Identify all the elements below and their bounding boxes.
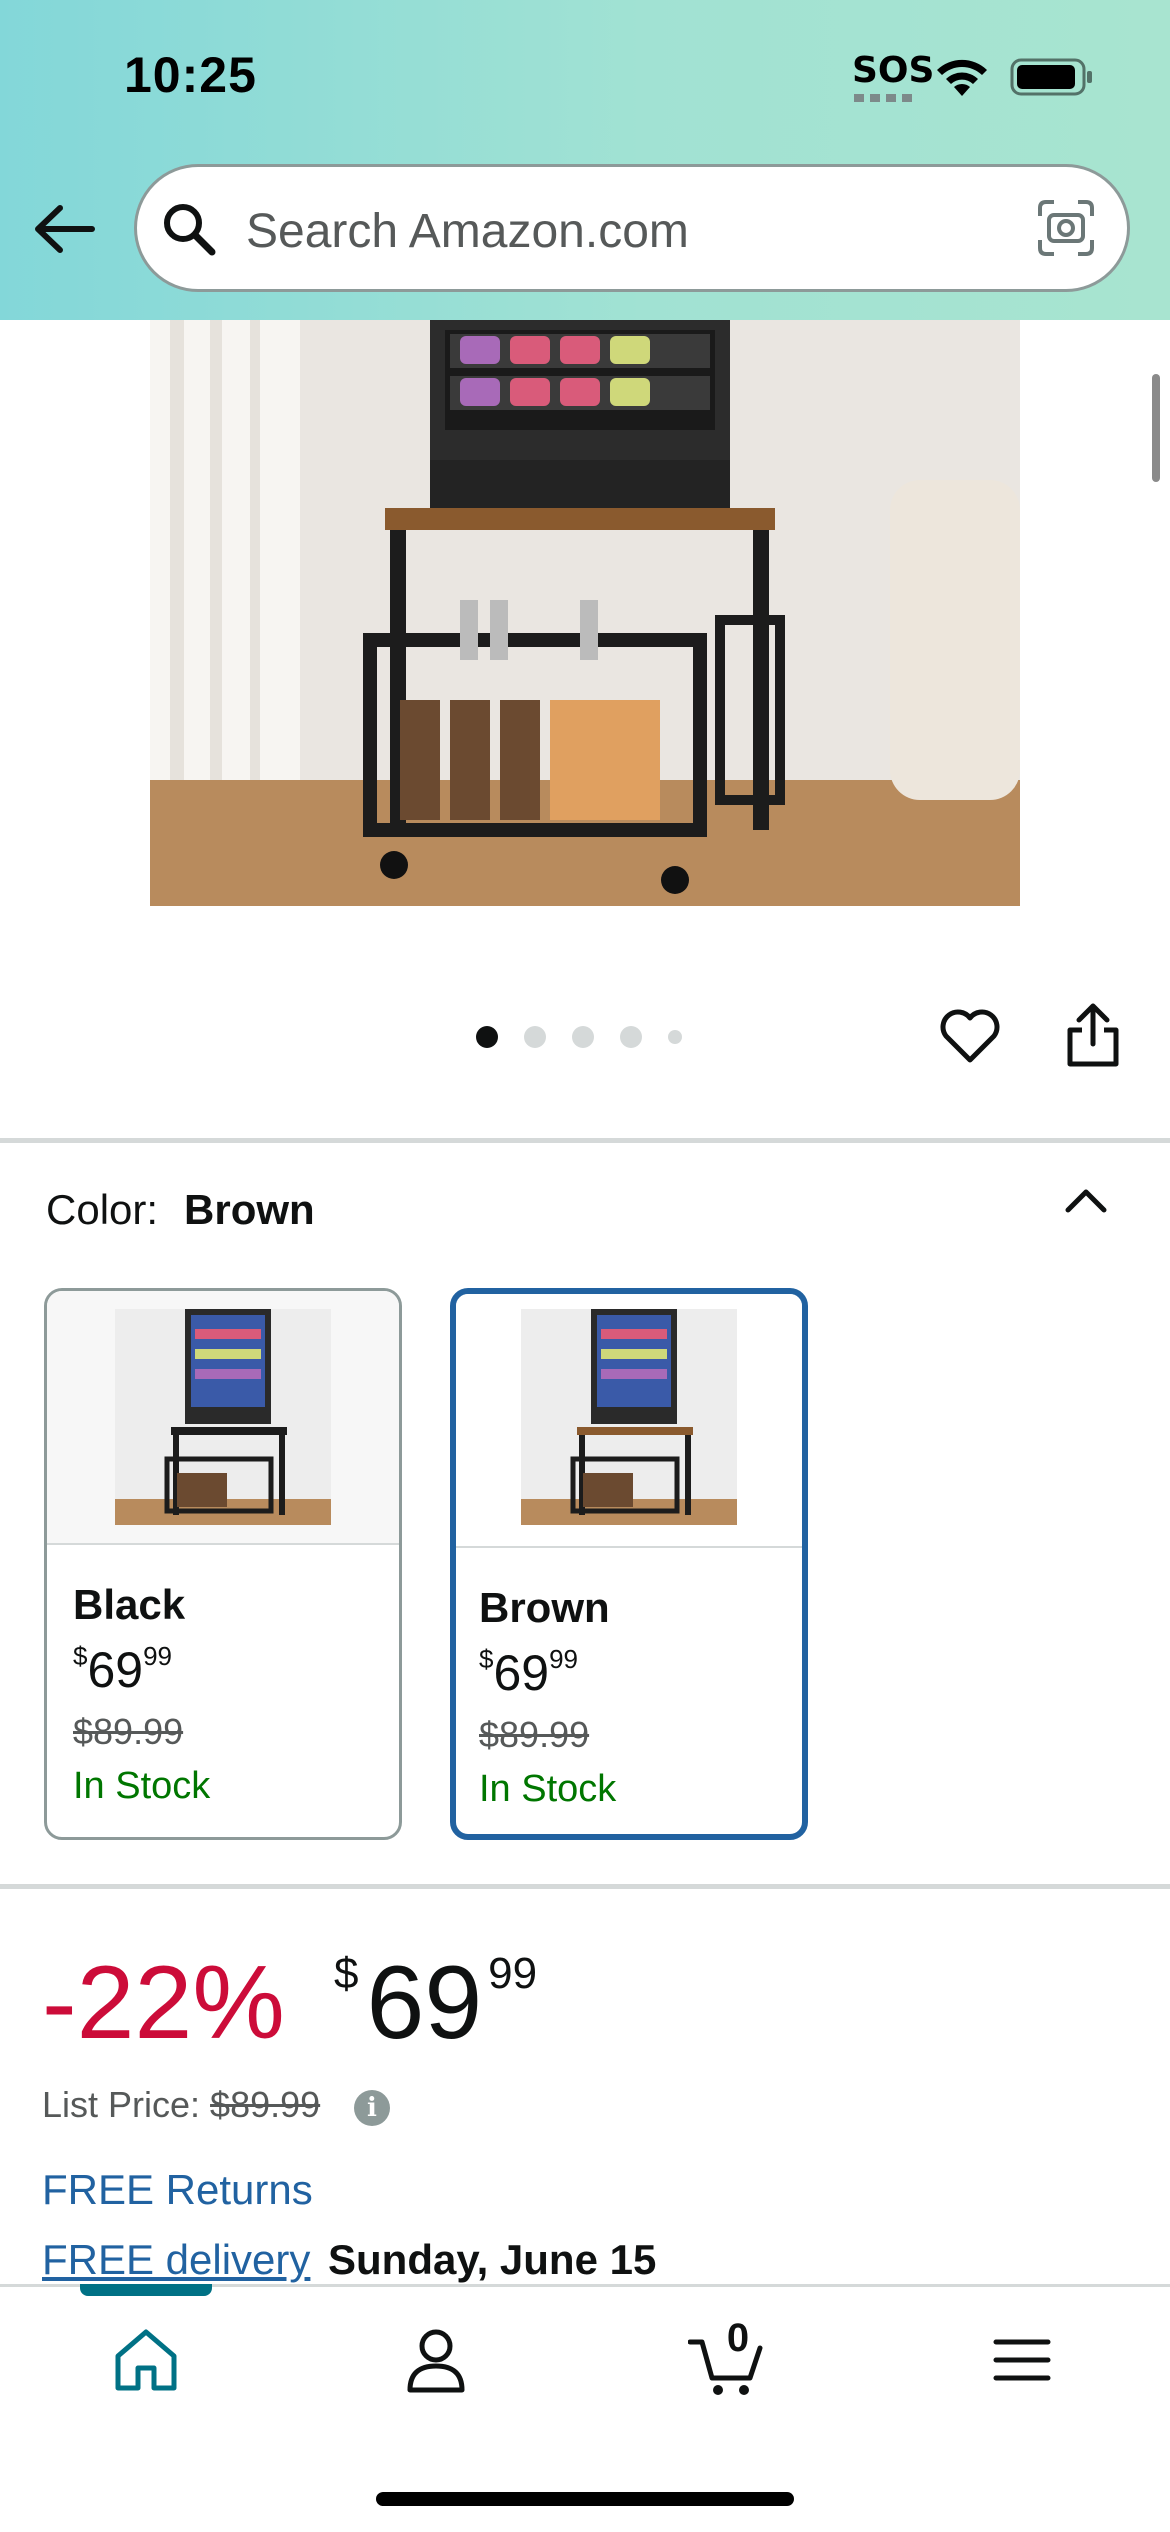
cart-count: 0 <box>726 2316 750 2360</box>
pagination-dot[interactable] <box>524 1026 546 1048</box>
swatch-image <box>521 1309 737 1525</box>
back-arrow-icon[interactable] <box>32 196 98 262</box>
free-delivery-link[interactable]: FREE delivery <box>42 2236 310 2284</box>
delivery-date: Sunday, June 15 <box>328 2236 657 2283</box>
swatch-price: $6999 <box>479 1644 579 1701</box>
image-pagination[interactable] <box>476 1022 708 1052</box>
section-divider <box>0 1884 1170 1889</box>
scroll-indicator <box>1152 374 1160 482</box>
signal-dots <box>854 94 914 102</box>
search-placeholder[interactable]: Search Amazon.com <box>246 204 689 259</box>
person-icon[interactable] <box>396 2320 476 2400</box>
swatch-image <box>115 1309 331 1525</box>
free-returns-link[interactable]: FREE Returns <box>42 2166 313 2214</box>
search-icon <box>164 204 216 256</box>
pagination-dot[interactable] <box>572 1026 594 1048</box>
color-swatch-black[interactable]: Black $6999 $89.99 In Stock <box>44 1288 402 1840</box>
info-icon[interactable]: i <box>354 2090 390 2126</box>
chevron-up-icon[interactable] <box>1062 1180 1110 1220</box>
sos-indicator: SOS <box>852 50 935 91</box>
color-swatch-brown[interactable]: Brown $6999 $89.99 In Stock <box>450 1288 808 1840</box>
share-icon[interactable] <box>1062 1000 1124 1070</box>
status-time: 10:25 <box>124 47 257 103</box>
color-label: Color: Brown <box>46 1186 315 1233</box>
hamburger-menu-icon[interactable] <box>982 2320 1062 2400</box>
discount-percent: -22% <box>42 1945 285 2061</box>
swatch-name: Brown <box>479 1584 610 1631</box>
heart-icon[interactable] <box>938 1004 1002 1068</box>
pagination-dot[interactable] <box>668 1030 682 1044</box>
wifi-icon <box>937 59 987 96</box>
swatch-price: $6999 <box>73 1641 173 1698</box>
home-icon[interactable] <box>106 2320 186 2400</box>
swatch-availability: In Stock <box>479 1768 617 1810</box>
active-tab-indicator <box>80 2284 212 2296</box>
current-price: $69 99 <box>334 1945 538 2061</box>
camera-lens-icon[interactable] <box>1036 198 1096 258</box>
pagination-dot[interactable] <box>620 1026 642 1048</box>
list-price: List Price: $89.99 <box>42 2084 321 2125</box>
pagination-dot[interactable] <box>476 1026 498 1048</box>
home-indicator <box>376 2492 794 2506</box>
product-image[interactable] <box>150 320 1020 906</box>
swatch-thumbnail <box>47 1291 399 1545</box>
section-divider <box>0 1138 1170 1143</box>
selected-color: Brown <box>184 1186 315 1233</box>
swatch-list-price: $89.99 <box>73 1711 184 1752</box>
battery-icon <box>1010 58 1092 96</box>
swatch-thumbnail <box>456 1294 802 1548</box>
swatch-name: Black <box>73 1581 186 1628</box>
swatch-availability: In Stock <box>73 1765 211 1807</box>
swatch-list-price: $89.99 <box>479 1714 590 1755</box>
